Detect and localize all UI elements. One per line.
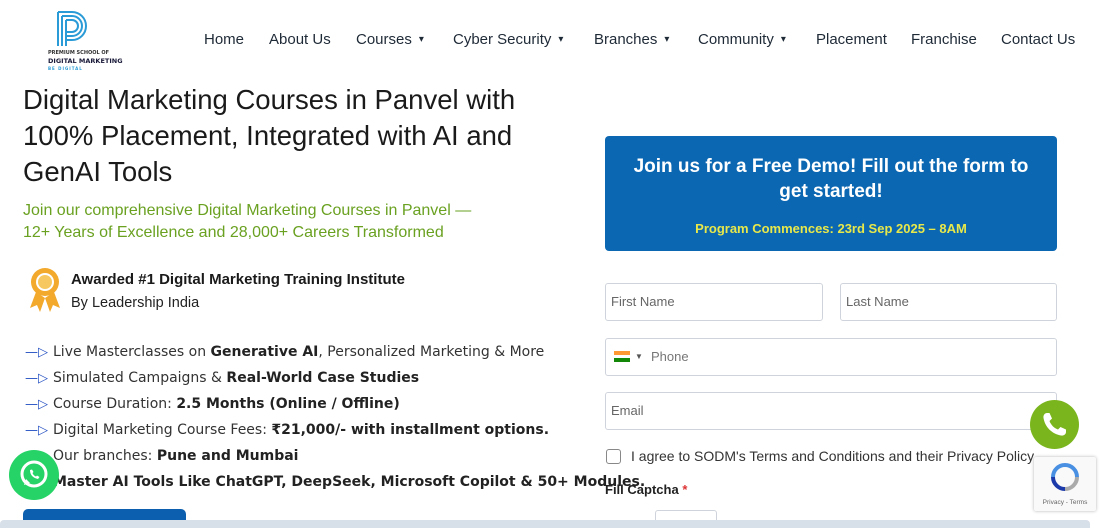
feature-text-pre: Simulated Campaigns & [53,370,227,386]
nav-item-franchise[interactable]: Franchise [911,31,977,48]
phone-icon [1043,413,1066,436]
captcha-label: Fill Captcha * [605,482,687,497]
demo-banner-title: Join us for a Free Demo! Fill out the fo… [633,156,1029,202]
recaptcha-badge[interactable]: Privacy - Terms [1034,457,1096,511]
feature-item: —▷ Digital Marketing Course Fees: ₹21,000… [25,421,585,447]
nav-item-label: Courses [356,31,412,48]
logo-text-line3: BE DIGITAL [48,66,83,71]
chevron-down-icon: ▾ [664,34,670,45]
nav-item-courses[interactable]: Courses ▾ [356,31,424,48]
feature-text-bold: Generative AI [210,344,319,360]
nav-item-home[interactable]: Home [204,31,244,48]
feature-item: —▷ Live Masterclasses on Generative AI, P… [25,343,585,369]
feature-text-pre: Digital Marketing Course Fees: [53,422,272,438]
india-flag-icon[interactable] [614,351,630,362]
nav-item-contact-us[interactable]: Contact Us [1001,31,1075,48]
arrow-right-icon: —▷ [25,397,48,412]
nav-item-label: Contact Us [1001,31,1076,48]
feature-text-pre: Live Masterclasses on [53,344,211,360]
nav-item-branches[interactable]: Branches ▾ [594,31,669,48]
nav-item-label: Community [698,31,774,48]
recaptcha-terms: Privacy - Terms [1042,499,1088,506]
chevron-down-icon: ▾ [558,34,564,45]
feature-text-bold: ₹21,000/- with installment options. [271,422,550,438]
nav-item-community[interactable]: Community ▾ [698,31,786,48]
terms-checkbox[interactable] [606,449,621,464]
page-title: Digital Marketing Courses in Panvel with… [23,84,516,187]
feature-text-pre: Our branches: [53,448,157,464]
captcha-label-text: Fill Captcha [605,482,679,497]
logo-text-line2: DIGITAL MARKETING [48,57,123,65]
call-button[interactable] [1030,400,1079,449]
feature-item: —▷Master AI Tools Like ChatGPT, DeepSeek… [25,473,645,499]
chevron-down-icon: ▾ [418,34,424,45]
first-name-placeholder: First Name [611,294,675,309]
phone-placeholder: Phone [651,349,689,364]
nav-item-label: Placement [816,31,887,48]
hero-subtitle-line2: 12+ Years of Excellence and 28,000+ Care… [23,224,444,241]
phone-field[interactable]: ▼ Phone [605,338,1057,376]
nav-item-label: Franchise [911,31,977,48]
award-ribbon-icon [30,268,60,312]
nav-item-label: Cyber Security [453,31,552,48]
recaptcha-logo-icon [1051,463,1079,491]
feature-list: —▷ Live Masterclasses on Generative AI, P… [25,343,645,499]
award-subtitle: By Leadership India [71,295,200,311]
main-navigation: Home About Us Courses ▾ Cyber Security ▾ B… [0,31,1100,53]
hero-subtitle-line1: Join our comprehensive Digital Marketing… [23,202,472,219]
arrow-right-icon: —▷ [25,345,48,360]
feature-text-pre: Course Duration: [53,396,177,412]
award-title: Awarded #1 Digital Marketing Training In… [71,271,405,288]
arrow-right-icon: —▷ [25,371,48,386]
nav-item-label: Branches [594,31,658,48]
hero-subtitle: Join our comprehensive Digital Marketing… [23,200,523,244]
feature-text-bold: Master AI Tools Like ChatGPT, DeepSeek, … [53,474,646,490]
feature-text-bold: 2.5 Months (Online / Offline) [176,396,400,412]
last-name-placeholder: Last Name [846,294,909,309]
chevron-down-icon: ▾ [780,34,786,45]
country-caret-icon: ▼ [635,352,643,361]
email-placeholder: Email [611,403,644,418]
feature-item: —▷Our branches: Pune and Mumbai [25,447,585,473]
feature-text-bold: Pune and Mumbai [156,448,299,464]
required-marker: * [682,482,688,497]
arrow-right-icon: —▷ [25,423,48,438]
feature-text-bold: Real-World Case Studies [226,370,420,386]
whatsapp-icon [20,460,48,488]
terms-label: I agree to SODM's Terms and Conditions a… [631,448,1035,464]
nav-item-about-us[interactable]: About Us [269,31,331,48]
last-name-field[interactable]: Last Name [840,283,1057,321]
feature-item: —▷ Course Duration: 2.5 Months (Online / … [25,395,585,421]
feature-item: —▷ Simulated Campaigns & Real-World Case … [25,369,585,395]
page: PREMIUM SCHOOL OF DIGITAL MARKETING BE D… [0,0,1100,528]
nav-item-placement[interactable]: Placement [816,31,887,48]
demo-banner: Join us for a Free Demo! Fill out the fo… [605,136,1057,251]
program-date: Program Commences: 23rd Sep 2025 – 8AM [695,221,967,236]
nav-item-label: About Us [269,31,331,48]
first-name-field[interactable]: First Name [605,283,823,321]
whatsapp-button[interactable] [9,450,59,500]
nav-item-label: Home [204,31,245,48]
email-field[interactable]: Email [605,392,1057,430]
nav-item-cyber-security[interactable]: Cyber Security ▾ [453,31,563,48]
horizontal-scrollbar[interactable] [0,520,1090,528]
feature-text-post: , Personalized Marketing & More [318,344,545,360]
